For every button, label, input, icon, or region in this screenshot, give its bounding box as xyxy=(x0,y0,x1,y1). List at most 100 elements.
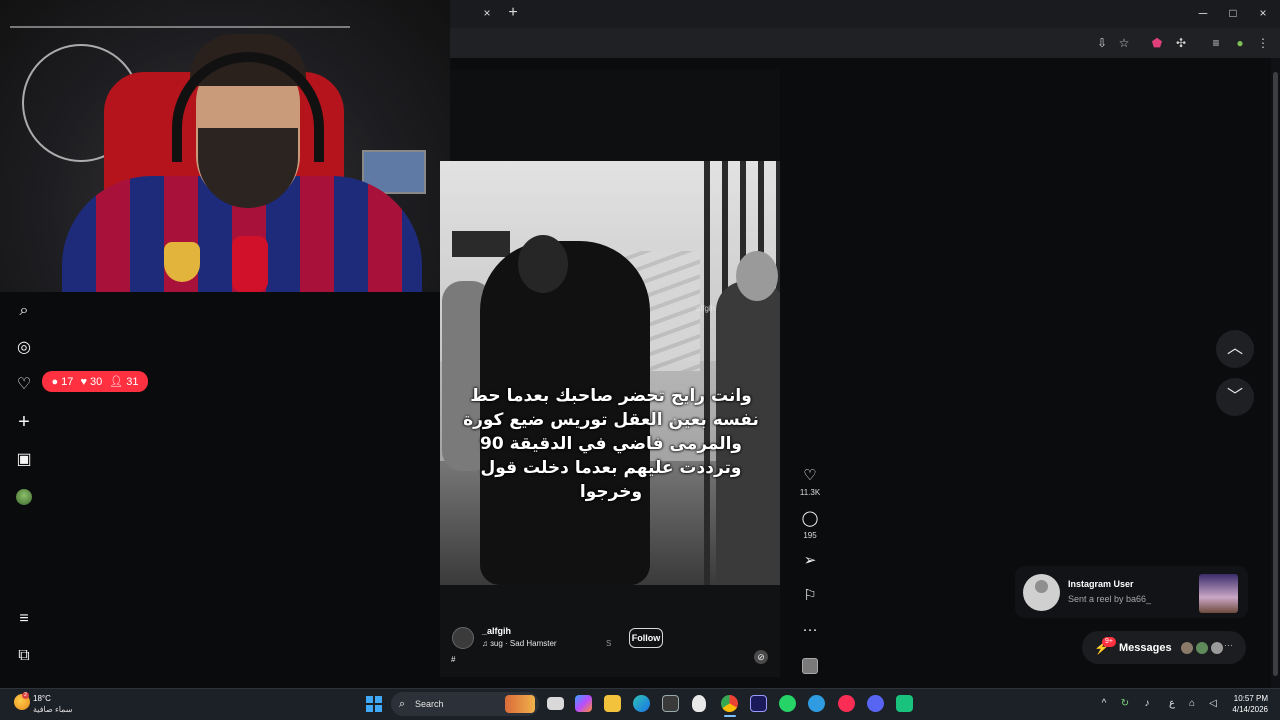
file-explorer-icon[interactable] xyxy=(604,695,621,712)
previous-reel-button[interactable]: ︿ xyxy=(1216,330,1254,368)
chevron-up-icon[interactable]: ^ xyxy=(1097,697,1111,711)
taskbar-search-label: Search xyxy=(415,699,444,709)
reel-audio[interactable]: ♫ ɜug · Sad Hamster xyxy=(482,639,557,648)
new-tab-button[interactable]: + xyxy=(504,4,522,22)
comment-notification: ● 17 xyxy=(52,376,74,388)
notification-popup[interactable]: ● 17 ♥ 30 👤︎ 31 xyxy=(42,371,148,392)
author-avatar[interactable] xyxy=(452,627,474,649)
video-person-right-head xyxy=(736,251,778,301)
windows-start-icon[interactable] xyxy=(366,696,382,712)
save-bookmark-icon[interactable]: ⚐ xyxy=(801,587,819,605)
insights-chart-icon[interactable]: ▣ xyxy=(14,450,34,470)
maximize-button[interactable]: □ xyxy=(1220,4,1246,22)
chevron-up-icon: ︿ xyxy=(1226,340,1243,357)
reel-caption: وانت رايح تحضر صاحبك بعدما حط نفسه بعين … xyxy=(463,386,759,502)
scrollbar-thumb[interactable] xyxy=(1273,72,1278,676)
comment-count: 195 xyxy=(803,531,817,540)
person-icon: 👤︎ xyxy=(109,376,124,388)
weather-condition[interactable]: سماء صافية xyxy=(33,705,73,714)
explore-compass-icon[interactable]: ◎ xyxy=(14,338,34,358)
follower-count: 31 xyxy=(126,376,139,388)
browser-chrome: × + ─ □ × ⇩ ☆ ⬟ ✣ ≡ ● ⋮ xyxy=(450,0,1280,58)
minimize-button[interactable]: ─ xyxy=(1190,4,1216,22)
webcam-overlay xyxy=(0,0,450,292)
bookmark-star-icon[interactable]: ☆ xyxy=(1115,34,1133,52)
browser-toolbar: ⇩ ☆ ⬟ ✣ ≡ ● ⋮ xyxy=(450,28,1280,58)
conversation-avatar xyxy=(1180,641,1194,655)
reel-top-padding xyxy=(450,70,780,162)
keyboard-language[interactable]: ع xyxy=(1165,697,1179,711)
messages-label: Messages xyxy=(1119,642,1172,654)
also-from-meta-icon[interactable]: ⧉ xyxy=(14,646,34,666)
itunes-icon[interactable] xyxy=(838,695,855,712)
like-count: 11.3K xyxy=(799,488,821,497)
comment-icon: ● xyxy=(51,375,59,388)
search-icon: ⌕ xyxy=(399,698,406,710)
clock-date[interactable]: 4/14/2026 xyxy=(1222,705,1268,714)
like-count: 30 xyxy=(89,375,103,388)
search-icon[interactable]: ⌕ xyxy=(14,301,34,321)
more-menu-icon[interactable]: ≡ xyxy=(14,609,34,629)
heart-icon: ♥ xyxy=(80,375,87,388)
discord-icon[interactable] xyxy=(867,695,884,712)
more-menu-icon[interactable]: ⋮ xyxy=(1254,34,1272,52)
microsoft-store-icon[interactable] xyxy=(662,695,679,712)
tab-close-button[interactable]: × xyxy=(480,6,494,20)
app-icon[interactable] xyxy=(896,695,913,712)
like-heart-icon[interactable]: ♡ xyxy=(801,467,819,485)
extension-shield-icon[interactable]: ⬟ xyxy=(1148,34,1166,52)
install-app-icon[interactable]: ⇩ xyxy=(1093,34,1111,52)
like-notification: ♥ 30 xyxy=(80,376,102,388)
active-app-indicator xyxy=(724,715,736,717)
toast-reel-thumbnail xyxy=(1199,574,1238,613)
music-note-icon: ♫ xyxy=(482,639,491,648)
conversation-avatar xyxy=(1210,641,1224,655)
follower-notification: 👤︎ 31 xyxy=(109,375,138,388)
clock-time[interactable]: 10:57 PM xyxy=(1228,694,1268,703)
create-plus-icon[interactable]: + xyxy=(14,412,34,432)
profile-avatar[interactable] xyxy=(16,489,32,505)
more-conversations-indicator: ··· xyxy=(1224,640,1233,650)
follow-button[interactable]: Follow xyxy=(629,628,663,648)
extensions-puzzle-icon[interactable]: ✣ xyxy=(1172,34,1190,52)
audio-thumbnail[interactable] xyxy=(802,658,818,674)
instagram-sidebar xyxy=(0,292,440,688)
close-window-button[interactable]: × xyxy=(1250,4,1276,22)
weather-badge: 2 xyxy=(22,692,29,699)
premiere-pro-icon[interactable] xyxy=(750,695,767,712)
profile-icon[interactable]: ● xyxy=(1231,34,1249,52)
default-user-icon xyxy=(1035,580,1048,593)
network-icon[interactable]: ⌂ xyxy=(1185,697,1199,711)
jersey-crest xyxy=(164,242,200,282)
video-person-center-head xyxy=(518,235,568,293)
reel-hashtag[interactable]: # xyxy=(451,655,455,664)
audio-separator: S xyxy=(606,639,612,648)
author-username[interactable]: _alfgih xyxy=(482,626,511,636)
volume-icon[interactable]: ◁ xyxy=(1206,697,1220,711)
comment-count: 17 xyxy=(61,375,74,388)
toast-subtitle: Sent a reel by ba66_ xyxy=(1068,594,1152,604)
tab-strip: × + ─ □ × xyxy=(450,0,1280,28)
reel-video[interactable] xyxy=(440,161,780,585)
mute-toggle-icon[interactable]: ⊘ xyxy=(754,650,768,664)
whatsapp-icon[interactable] xyxy=(779,695,796,712)
alien-app-icon[interactable] xyxy=(692,695,706,712)
comment-icon[interactable]: ◯ xyxy=(801,510,819,528)
media-control-icon[interactable]: ≡ xyxy=(1207,34,1225,52)
weather-temperature[interactable]: 18°C xyxy=(33,694,51,703)
next-reel-button[interactable]: ﹀ xyxy=(1216,378,1254,416)
app-icon[interactable] xyxy=(808,695,825,712)
search-highlight-image xyxy=(505,695,535,713)
copilot-icon[interactable] xyxy=(575,695,592,712)
chrome-browser-icon[interactable] xyxy=(721,695,738,712)
microphone xyxy=(232,236,268,292)
video-sign xyxy=(452,231,510,257)
share-send-icon[interactable]: ➢ xyxy=(801,552,819,570)
sync-icon[interactable]: ↻ xyxy=(1118,697,1132,711)
more-options-icon[interactable]: ··· xyxy=(801,621,819,639)
notifications-heart-icon[interactable]: ♡ xyxy=(14,375,34,395)
edge-browser-icon[interactable] xyxy=(633,695,650,712)
microphone-icon[interactable]: ♪ xyxy=(1140,697,1154,711)
task-view-icon[interactable] xyxy=(547,697,564,710)
chevron-down-icon: ﹀ xyxy=(1226,388,1243,405)
